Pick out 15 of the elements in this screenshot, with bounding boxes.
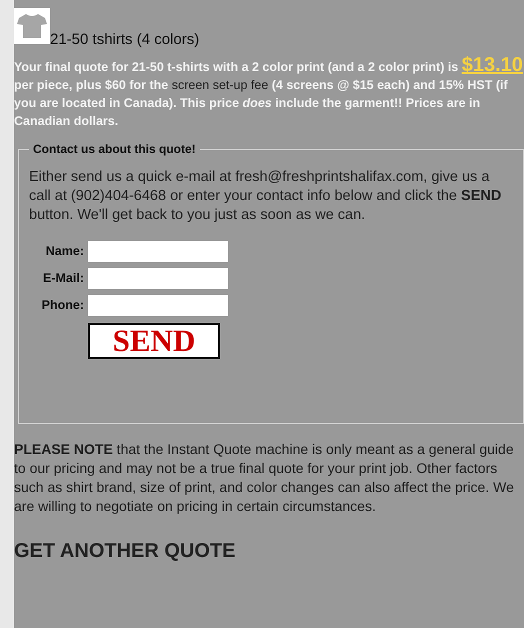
tshirt-icon	[17, 13, 47, 39]
pricing-note: PLEASE NOTE that the Instant Quote machine is only meant as a general guide to our pricing and may not be a true final quote for your print job. Other factors such as shirt brand, size of print, and color changes can also affect the price. We are willing to negotiate on pricing in certain circumstances.	[14, 440, 515, 516]
contact-legend: Contact us about this quote!	[29, 140, 200, 158]
field-label: Phone:	[40, 297, 84, 314]
send-button[interactable]: SEND	[88, 323, 220, 359]
input-field[interactable]	[88, 241, 228, 262]
input-field[interactable]	[88, 295, 228, 316]
input-field[interactable]	[88, 268, 228, 289]
field-label: E-Mail:	[42, 270, 84, 288]
quote-paragraph: Your final quote for 21-50 t-shirts with a 2 color print (and a 2 color print) is $13.10 per piece, plus $60 for the screen set-up fee (4 screens @ $15 each) and 15% HST (if you are located in Canada). This price does include the garment!! Prices are in Canadian dollars.	[14, 56, 524, 130]
get-another-quote-link[interactable]: GET ANOTHER QUOTE	[14, 536, 236, 566]
fee-link[interactable]: screen set-up fee	[172, 78, 268, 92]
contact-intro: Either send us a quick e-mail at fresh@freshprintshalifax.com, give us a call at (902)404-6468 or enter your contact info below and click the SEND button. We'll get back to you just as soon as we can.	[29, 168, 502, 225]
field-label: Name:	[44, 243, 84, 260]
product-title: 21-50 tshirts (4 colors)	[50, 32, 200, 48]
